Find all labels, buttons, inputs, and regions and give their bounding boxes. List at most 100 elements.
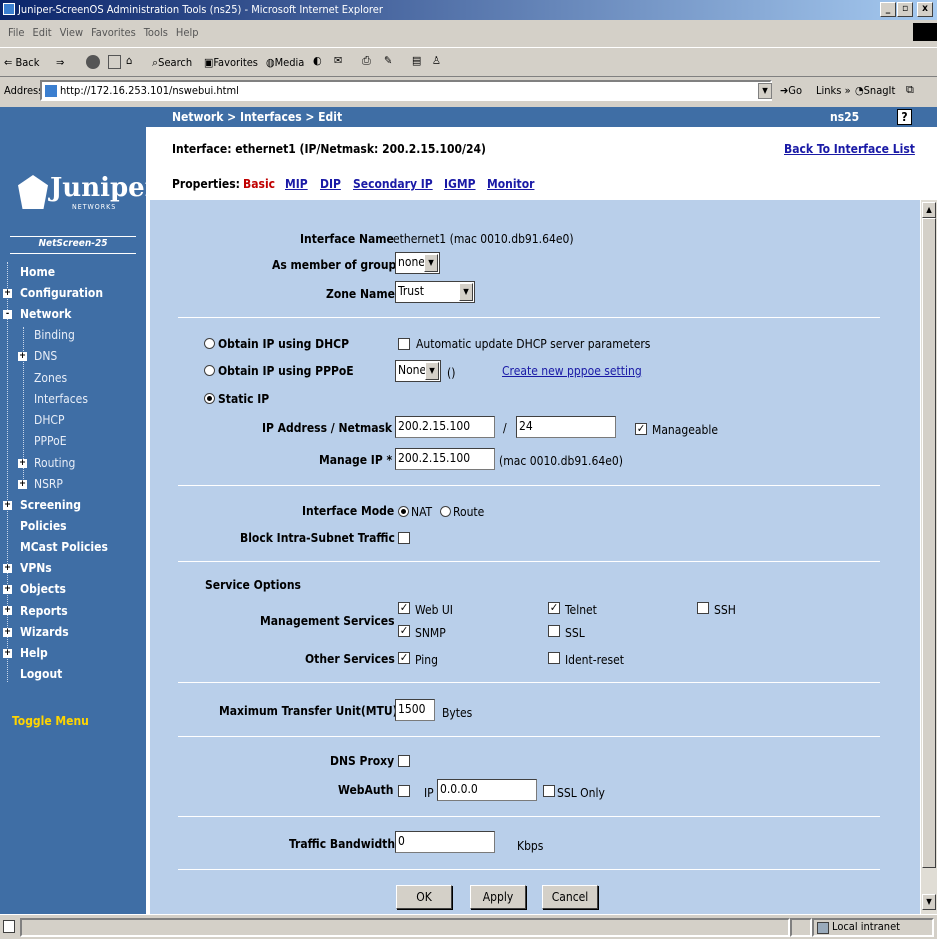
webauth-checkbox[interactable]: [398, 785, 410, 797]
create-pppoe-link[interactable]: Create new pppoe setting: [502, 364, 642, 378]
nav-dns[interactable]: DNS: [34, 349, 57, 363]
nav-policies[interactable]: Policies: [20, 519, 67, 533]
links-button[interactable]: Links »: [816, 84, 851, 97]
dhcp-radio[interactable]: [204, 338, 215, 349]
static-ip-radio[interactable]: [204, 393, 215, 404]
ssl-only-checkbox[interactable]: [543, 785, 555, 797]
address-input[interactable]: http://172.16.253.101/nswebui.html: [40, 80, 772, 101]
scroll-up-icon[interactable]: ▲: [922, 202, 936, 218]
expand-icon[interactable]: +: [3, 649, 12, 658]
expand-icon[interactable]: +: [18, 480, 27, 489]
nav-dhcp[interactable]: DHCP: [34, 413, 65, 427]
tab-igmp[interactable]: IGMP: [444, 177, 476, 191]
snmp-checkbox[interactable]: ✓: [398, 625, 410, 637]
manage-ip-input[interactable]: 200.2.15.100: [395, 448, 495, 470]
history-icon[interactable]: ◐: [313, 54, 322, 67]
home-icon[interactable]: ⌂: [126, 54, 132, 67]
dhcp-auto-update-checkbox[interactable]: [398, 338, 410, 350]
tab-monitor[interactable]: Monitor: [487, 177, 534, 191]
scroll-thumb[interactable]: [922, 218, 936, 868]
mode-nat-radio[interactable]: [398, 506, 409, 517]
telnet-checkbox[interactable]: ✓: [548, 602, 560, 614]
messenger-icon[interactable]: ♙: [432, 54, 441, 67]
vertical-scrollbar[interactable]: ▲ ▼: [920, 200, 937, 914]
maximize-button[interactable]: ▫: [897, 2, 913, 17]
member-group-select[interactable]: none ▼: [395, 252, 440, 274]
nav-network[interactable]: Network: [20, 307, 71, 321]
tab-dip[interactable]: DIP: [320, 177, 341, 191]
edit-icon[interactable]: ✎: [384, 54, 392, 67]
back-button[interactable]: ⇐ Back: [4, 56, 39, 69]
zone-name-select[interactable]: Trust ▼: [395, 281, 475, 303]
refresh-icon[interactable]: [108, 55, 121, 69]
expand-icon[interactable]: +: [3, 585, 12, 594]
traffic-bandwidth-input[interactable]: 0: [395, 831, 495, 853]
help-icon[interactable]: ?: [897, 109, 912, 125]
nav-zones[interactable]: Zones: [34, 371, 67, 385]
dns-proxy-checkbox[interactable]: [398, 755, 410, 767]
menu-view[interactable]: View: [60, 26, 83, 39]
nav-configuration[interactable]: Configuration: [20, 286, 103, 300]
mode-route-radio[interactable]: [440, 506, 451, 517]
close-button[interactable]: x: [917, 2, 933, 17]
go-button[interactable]: ➔Go: [780, 84, 802, 97]
nav-binding[interactable]: Binding: [34, 328, 75, 342]
ip-address-input[interactable]: 200.2.15.100: [395, 416, 495, 438]
discuss-icon[interactable]: ▤: [412, 54, 421, 67]
address-dropdown-icon[interactable]: ▼: [758, 83, 772, 99]
expand-icon[interactable]: +: [3, 289, 12, 298]
ssh-checkbox[interactable]: [697, 602, 709, 614]
netmask-input[interactable]: 24: [516, 416, 616, 438]
mail-icon[interactable]: ✉: [334, 54, 342, 67]
mtu-input[interactable]: 1500: [395, 699, 435, 721]
menu-favorites[interactable]: Favorites: [91, 26, 136, 39]
tab-secondary-ip[interactable]: Secondary IP: [353, 177, 433, 191]
ping-checkbox[interactable]: ✓: [398, 652, 410, 664]
expand-icon[interactable]: +: [3, 606, 12, 615]
collapse-icon[interactable]: -: [3, 310, 12, 319]
menu-tools[interactable]: Tools: [144, 26, 168, 39]
nav-home[interactable]: Home: [20, 265, 55, 279]
ok-button[interactable]: OK: [396, 885, 452, 909]
nav-interfaces[interactable]: Interfaces: [34, 392, 88, 406]
nav-wizards[interactable]: Wizards: [20, 625, 69, 639]
back-to-interface-list-link[interactable]: Back To Interface List: [784, 142, 915, 156]
ident-reset-checkbox[interactable]: [548, 652, 560, 664]
manageable-checkbox[interactable]: ✓: [635, 423, 647, 435]
webui-checkbox[interactable]: ✓: [398, 602, 410, 614]
pppoe-radio[interactable]: [204, 365, 215, 376]
nav-logout[interactable]: Logout: [20, 667, 62, 681]
scroll-down-icon[interactable]: ▼: [922, 894, 936, 910]
minimize-button[interactable]: _: [880, 2, 896, 17]
apply-button[interactable]: Apply: [470, 885, 526, 909]
forward-arrow-icon[interactable]: ⇒: [56, 56, 64, 69]
expand-icon[interactable]: +: [3, 501, 12, 510]
cancel-button[interactable]: Cancel: [542, 885, 598, 909]
media-button[interactable]: ◍Media: [266, 56, 304, 69]
tab-mip[interactable]: MIP: [285, 177, 308, 191]
nav-screening[interactable]: Screening: [20, 498, 81, 512]
expand-icon[interactable]: +: [3, 564, 12, 573]
snagit-button[interactable]: ◔SnagIt: [855, 84, 895, 97]
menu-edit[interactable]: Edit: [32, 26, 51, 39]
print-icon[interactable]: ⎙: [362, 54, 371, 68]
block-intra-subnet-checkbox[interactable]: [398, 532, 410, 544]
nav-nsrp[interactable]: NSRP: [34, 477, 63, 491]
expand-icon[interactable]: +: [18, 352, 27, 361]
nav-reports[interactable]: Reports: [20, 604, 68, 618]
webauth-ip-input[interactable]: 0.0.0.0: [437, 779, 537, 801]
nav-objects[interactable]: Objects: [20, 582, 66, 596]
stop-icon[interactable]: [86, 55, 100, 69]
toggle-menu-link[interactable]: Toggle Menu: [12, 714, 89, 728]
expand-icon[interactable]: +: [18, 459, 27, 468]
expand-icon[interactable]: +: [3, 628, 12, 637]
nav-vpns[interactable]: VPNs: [20, 561, 52, 575]
menu-file[interactable]: File: [8, 26, 24, 39]
ssl-checkbox[interactable]: [548, 625, 560, 637]
menu-help[interactable]: Help: [176, 26, 199, 39]
pppoe-select[interactable]: None ▼: [395, 360, 441, 382]
search-button[interactable]: ⌕Search: [152, 56, 192, 70]
tab-basic[interactable]: Basic: [243, 177, 275, 191]
snagit-window-icon[interactable]: ⧉: [906, 83, 914, 97]
nav-pppoe[interactable]: PPPoE: [34, 434, 67, 448]
